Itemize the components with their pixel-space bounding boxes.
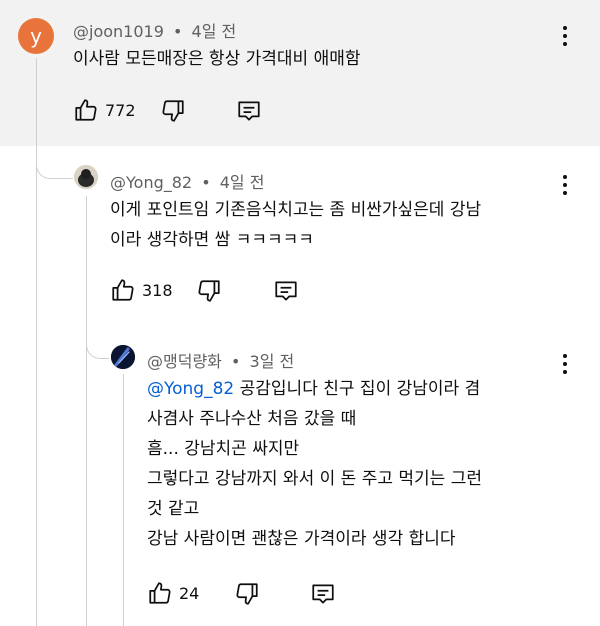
author-name[interactable]: @맹덕량화	[147, 352, 222, 371]
thumbs-down-icon	[198, 280, 220, 302]
thumbs-up-icon	[75, 99, 97, 121]
author-name[interactable]: @joon1019	[73, 22, 164, 41]
comment-text-line: 흠... 강남치곤 싸지만	[147, 439, 300, 459]
comment-meta: @맹덕량화 • 3일 전	[147, 352, 295, 371]
thumbs-up-icon	[149, 582, 171, 604]
reply-button[interactable]	[235, 98, 263, 124]
comment-meta: @Yong_82 • 4일 전	[110, 173, 265, 192]
thumbs-down-icon	[236, 583, 258, 605]
like-button[interactable]: 772	[73, 97, 136, 123]
comment-text-line: 강남 사람이면 괜찮은 가격이라 생각 합니다	[147, 529, 456, 549]
reply-icon	[275, 281, 297, 301]
comment-time[interactable]: 4일 전	[220, 173, 265, 192]
thumbs-up-icon	[112, 279, 134, 301]
like-count: 24	[179, 583, 200, 603]
comment-text-line: 것 같고	[147, 499, 200, 519]
mention-link[interactable]: @Yong_82	[147, 379, 234, 399]
more-vert-icon[interactable]	[561, 354, 569, 374]
comment-text-fragment: 공감입니다 친구 집이 강남이라 겸	[234, 379, 481, 399]
comment-time[interactable]: 4일 전	[192, 22, 237, 41]
like-button[interactable]: 24	[147, 580, 199, 606]
avatar[interactable]	[111, 345, 135, 369]
like-button[interactable]: 318	[110, 277, 173, 303]
thread-line-reply	[86, 196, 87, 626]
thread-line-nested	[123, 374, 124, 626]
comment-text-line: 사겸사 주나수산 처음 갔을 때	[147, 409, 357, 429]
dislike-button[interactable]	[160, 98, 186, 124]
avatar-image	[74, 165, 98, 189]
like-count: 318	[142, 280, 173, 300]
reply-icon	[312, 584, 334, 604]
avatar-letter: y	[30, 24, 42, 48]
avatar[interactable]: y	[18, 18, 54, 54]
dislike-button[interactable]	[196, 278, 222, 304]
reply-button[interactable]	[272, 278, 300, 304]
comment-text-line: 이게 포인트임 기존음식치고는 좀 비싼가싶은데 강남	[110, 200, 482, 220]
comment-meta: @joon1019 • 4일 전	[73, 22, 237, 41]
reply-icon	[238, 101, 260, 121]
author-name[interactable]: @Yong_82	[110, 173, 192, 192]
dislike-button[interactable]	[234, 581, 260, 607]
more-vert-icon[interactable]	[561, 175, 569, 195]
comment-text-line: 이사람 모든매장은 항상 가격대비 애매함	[73, 49, 361, 69]
thread-curve-nested	[86, 320, 109, 359]
thumbs-down-icon	[162, 100, 184, 122]
thread-curve	[36, 140, 73, 179]
like-count: 772	[105, 100, 136, 120]
comment-text: @Yong_82 공감입니다 친구 집이 강남이라 겸 사겸사 주나수산 처음 …	[147, 374, 482, 554]
comment-text-line: 이라 생각하면 쌈 ㅋㅋㅋㅋㅋ	[110, 230, 314, 250]
more-vert-icon[interactable]	[561, 26, 569, 46]
comment-text-line: @Yong_82 공감입니다 친구 집이 강남이라 겸	[147, 374, 482, 404]
comment-text-line: 그렇다고 강남까지 와서 이 돈 주고 먹기는 그런	[147, 469, 482, 489]
avatar[interactable]	[74, 165, 98, 189]
comment-text: 이게 포인트임 기존음식치고는 좀 비싼가싶은데 강남 이라 생각하면 쌈 ㅋㅋ…	[110, 195, 481, 255]
comment-time[interactable]: 3일 전	[250, 352, 295, 371]
avatar-image	[111, 345, 135, 369]
reply-button[interactable]	[309, 581, 337, 607]
comment-text: 이사람 모든매장은 항상 가격대비 애매함	[73, 44, 361, 74]
